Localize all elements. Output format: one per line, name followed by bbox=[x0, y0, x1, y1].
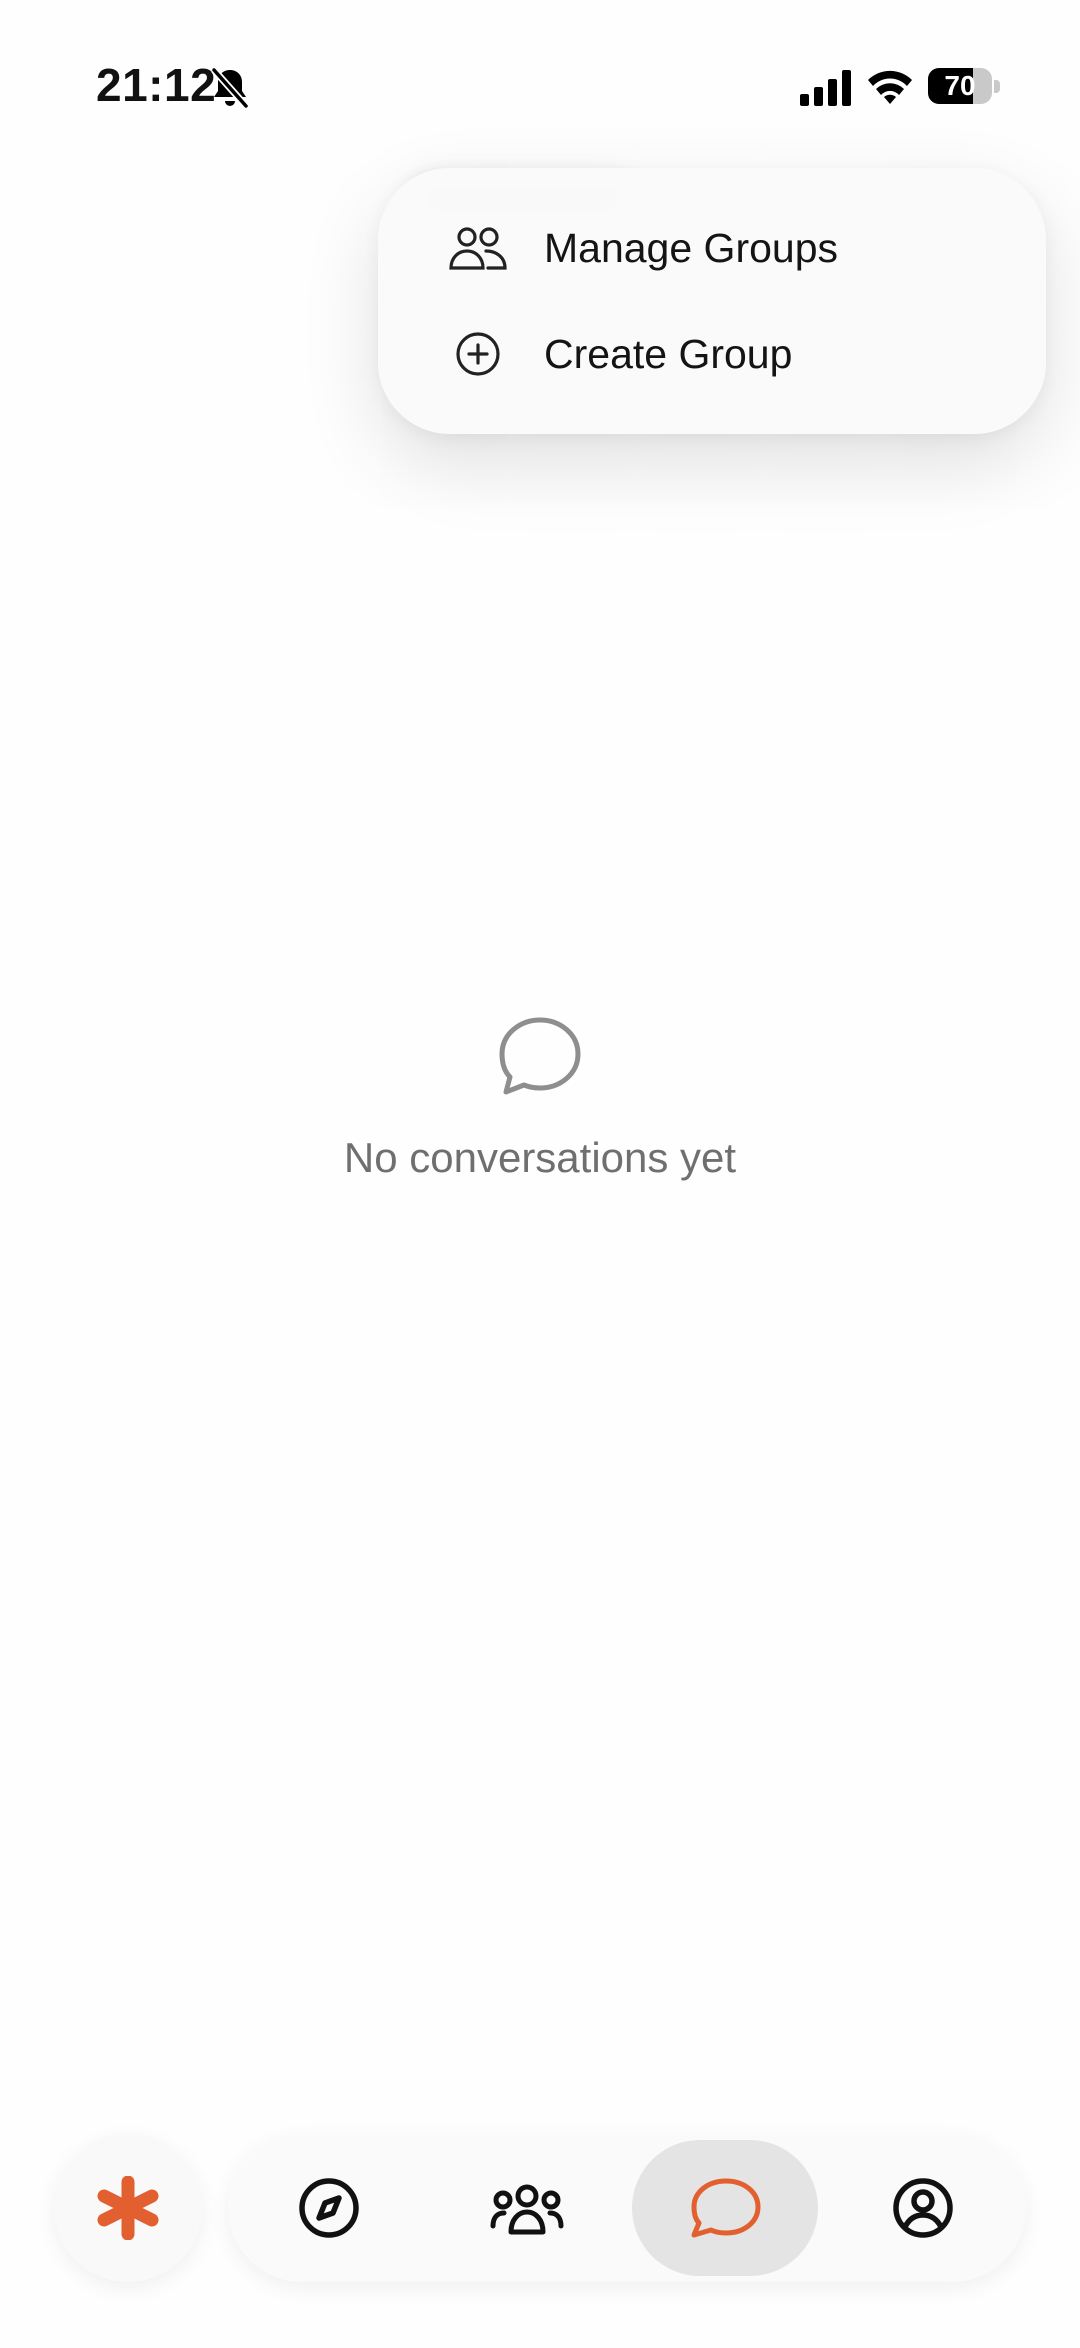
primary-action-button[interactable] bbox=[54, 2134, 202, 2282]
plus-circle-icon bbox=[448, 328, 508, 380]
wifi-icon bbox=[868, 70, 912, 104]
compass-icon bbox=[299, 2178, 359, 2238]
chat-bubble-icon bbox=[499, 1017, 581, 1095]
groups-menu: Manage Groups Create Group bbox=[378, 168, 1046, 434]
tab-messages[interactable] bbox=[632, 2140, 818, 2276]
create-group-menu-item[interactable]: Create Group bbox=[378, 304, 1046, 404]
manage-groups-menu-item[interactable]: Manage Groups bbox=[378, 198, 1046, 298]
asterisk-icon bbox=[97, 2176, 159, 2240]
battery-icon: 70 bbox=[928, 68, 1000, 106]
tab-explore[interactable] bbox=[236, 2140, 422, 2276]
people-icon bbox=[448, 222, 508, 274]
profile-icon bbox=[893, 2178, 953, 2238]
cellular-signal-icon bbox=[800, 70, 851, 106]
empty-state-message: No conversations yet bbox=[343, 1134, 737, 1181]
tab-profile[interactable] bbox=[830, 2140, 1016, 2276]
community-icon bbox=[490, 2184, 564, 2235]
bell-slash-icon bbox=[211, 67, 249, 109]
status-bar: 21:12 70 bbox=[0, 0, 1080, 175]
tab-community[interactable] bbox=[434, 2140, 620, 2276]
create-group-label: Create Group bbox=[544, 330, 793, 377]
manage-groups-label: Manage Groups bbox=[544, 224, 839, 271]
chat-bubble-icon bbox=[691, 2178, 761, 2238]
bottom-tab-bar bbox=[228, 2134, 1026, 2282]
battery-level: 70 bbox=[944, 70, 976, 101]
status-time: 21:12 bbox=[96, 59, 217, 111]
